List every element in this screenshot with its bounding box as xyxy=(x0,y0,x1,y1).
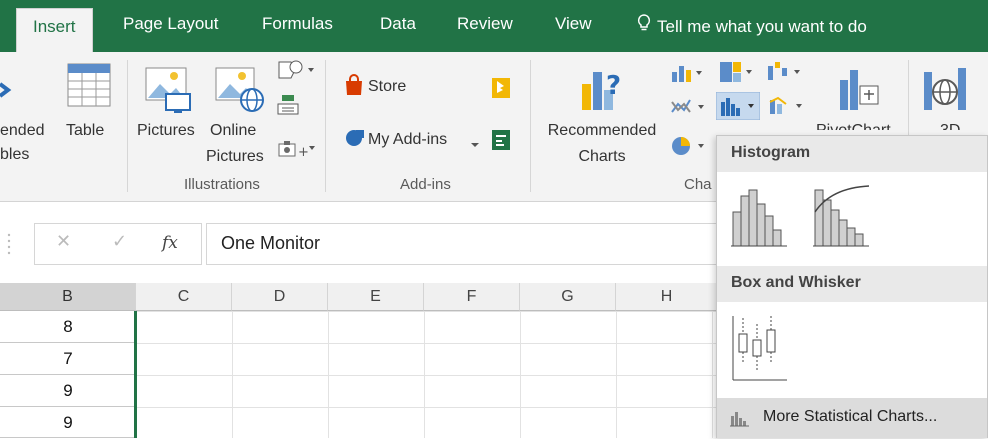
column-chart-icon[interactable] xyxy=(670,62,706,89)
shapes-icon[interactable] xyxy=(276,58,318,87)
cell-b-row1[interactable]: 8 xyxy=(0,311,136,343)
group-divider xyxy=(530,60,531,192)
statistic-chart-button[interactable] xyxy=(715,91,761,125)
column-header-d[interactable]: D xyxy=(232,283,328,311)
tab-view[interactable]: View xyxy=(555,14,592,34)
tab-page-layout[interactable]: Page Layout xyxy=(123,14,218,34)
online-pictures-icon[interactable] xyxy=(214,64,266,119)
table-label: Table xyxy=(66,122,105,139)
pictures-label: Pictures xyxy=(137,122,195,139)
screenshot-icon[interactable]: + xyxy=(278,138,318,167)
cell-b-row3[interactable]: 9 xyxy=(0,375,136,407)
recommended-pivottables-icon[interactable] xyxy=(0,80,14,115)
column-header-c[interactable]: C xyxy=(136,283,232,311)
people-graph-icon[interactable] xyxy=(492,130,510,155)
statistic-chart-dropdown: Histogram Box and Whisker More Statistic… xyxy=(716,135,988,438)
histogram-chart-option[interactable] xyxy=(729,182,791,255)
insert-function-icon[interactable]: fx xyxy=(162,233,178,253)
recommended-pivottables-label-1: ended xyxy=(0,122,45,139)
cell-b-row4[interactable]: 9 xyxy=(0,407,136,438)
online-pictures-label-1: Online xyxy=(210,122,257,139)
smartart-icon[interactable] xyxy=(276,94,300,121)
table-icon[interactable] xyxy=(66,62,112,113)
group-addins-label: Add-ins xyxy=(400,176,451,193)
group-divider xyxy=(127,60,128,192)
line-chart-icon[interactable] xyxy=(670,96,710,123)
group-illustrations-label: Illustrations xyxy=(184,176,260,193)
statistic-chart-icon xyxy=(729,410,751,433)
grip-icon xyxy=(6,231,12,262)
tell-me-label: Tell me what you want to do xyxy=(657,17,867,36)
cell-b-row2[interactable]: 7 xyxy=(0,343,136,375)
column-header-g[interactable]: G xyxy=(520,283,616,311)
column-header-f[interactable]: F xyxy=(424,283,520,311)
column-header-h[interactable]: H xyxy=(616,283,718,311)
recommended-charts-label-2: Charts xyxy=(578,148,626,165)
tab-formulas[interactable]: Formulas xyxy=(262,14,333,34)
online-pictures-label-2: Pictures xyxy=(206,148,264,165)
box-whisker-chart-option[interactable] xyxy=(729,312,791,389)
more-statistical-charts-item[interactable]: More Statistical Charts... xyxy=(717,398,987,438)
formula-input[interactable]: One Monitor xyxy=(206,223,736,265)
tab-review[interactable]: Review xyxy=(457,14,513,34)
cell-grid[interactable] xyxy=(136,311,718,438)
pivotchart-icon[interactable] xyxy=(836,64,882,117)
tab-insert[interactable]: Insert xyxy=(16,8,93,52)
lightbulb-icon xyxy=(637,14,651,37)
tell-me-box[interactable]: Tell me what you want to do xyxy=(637,14,867,37)
selection-border xyxy=(134,311,137,438)
my-addins-label[interactable]: My Add-ins xyxy=(368,129,447,151)
enter-icon[interactable]: ✓ xyxy=(112,231,127,252)
svg-text:+: + xyxy=(298,145,309,160)
pie-chart-icon[interactable] xyxy=(670,134,710,163)
cancel-icon[interactable]: ✕ xyxy=(56,231,71,252)
waterfall-chart-icon[interactable] xyxy=(766,60,806,89)
column-header-b[interactable]: B xyxy=(0,283,136,311)
pareto-chart-option[interactable] xyxy=(811,182,873,255)
ribbon-tab-bar: Insert Page Layout Formulas Data Review … xyxy=(0,0,988,52)
pictures-icon[interactable] xyxy=(144,64,194,119)
3d-map-icon[interactable] xyxy=(922,64,970,117)
combo-chart-icon[interactable] xyxy=(768,94,808,123)
column-header-e[interactable]: E xyxy=(328,283,424,311)
store-icon[interactable] xyxy=(344,74,364,101)
hierarchy-chart-icon[interactable] xyxy=(718,60,758,89)
group-charts-label: Cha xyxy=(684,176,712,193)
3d-map-label: 3D xyxy=(940,120,960,130)
histogram-header: Histogram xyxy=(717,136,987,172)
svg-text:?: ? xyxy=(606,71,621,101)
recommended-pivottables-label-2: bles xyxy=(0,146,30,163)
store-label[interactable]: Store xyxy=(368,76,406,98)
group-divider xyxy=(325,60,326,192)
more-statistical-charts-label: More Statistical Charts... xyxy=(763,408,938,425)
recommended-charts-label-1: Recommended xyxy=(547,122,657,139)
my-addins-dropdown-icon[interactable] xyxy=(470,136,480,154)
box-whisker-header: Box and Whisker xyxy=(717,266,987,302)
bing-icon[interactable] xyxy=(492,78,510,103)
pivotchart-label: PivotChart xyxy=(816,120,891,130)
my-addins-icon[interactable] xyxy=(344,128,366,153)
tab-data[interactable]: Data xyxy=(380,14,416,34)
recommended-charts-icon[interactable]: ? xyxy=(580,64,626,117)
